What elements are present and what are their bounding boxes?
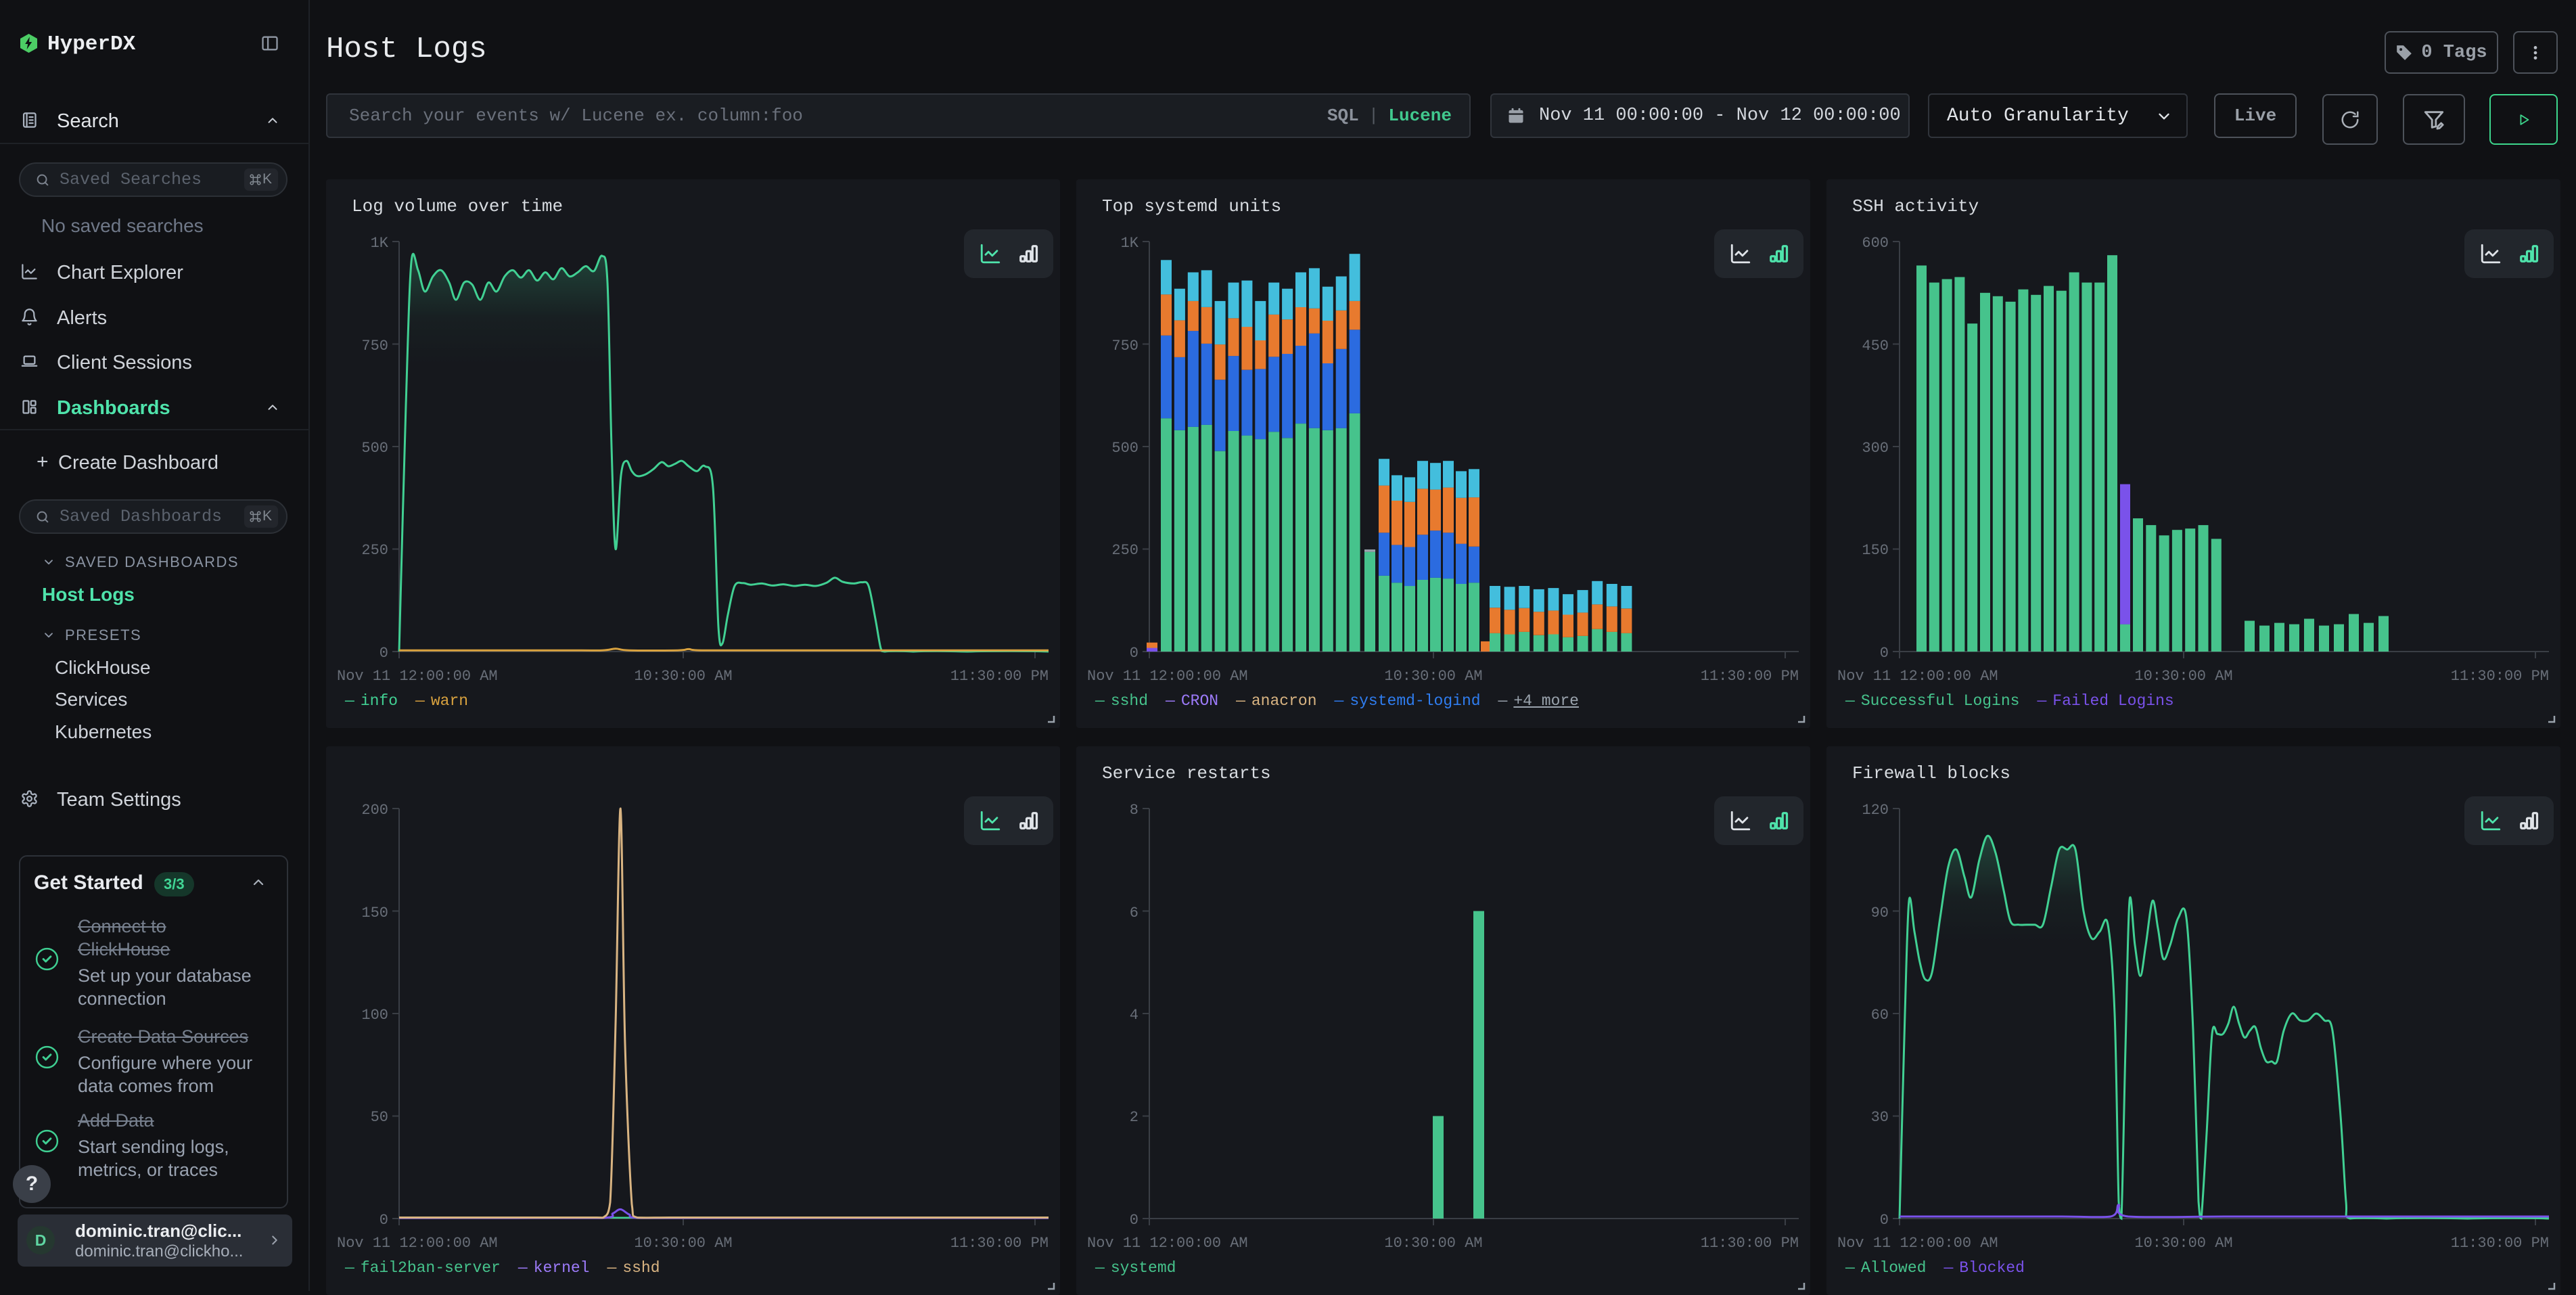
svg-text:50: 50	[371, 1109, 388, 1126]
svg-text:10:30:00 AM: 10:30:00 AM	[634, 1235, 732, 1252]
svg-text:150: 150	[1862, 542, 1889, 559]
svg-text:120: 120	[1862, 802, 1889, 819]
svg-text:11:30:00 PM: 11:30:00 PM	[2451, 1235, 2549, 1252]
svg-text:Nov 11 12:00:00 AM: Nov 11 12:00:00 AM	[337, 668, 498, 685]
svg-text:30: 30	[1871, 1109, 1889, 1126]
svg-text:0: 0	[1880, 1212, 1889, 1229]
svg-text:0: 0	[1130, 645, 1138, 662]
svg-text:250: 250	[361, 542, 388, 559]
svg-text:10:30:00 AM: 10:30:00 AM	[2134, 1235, 2232, 1252]
svg-text:8: 8	[1130, 802, 1138, 819]
svg-text:11:30:00 PM: 11:30:00 PM	[2451, 668, 2549, 685]
svg-text:300: 300	[1862, 440, 1889, 457]
svg-text:150: 150	[361, 905, 388, 922]
svg-text:Nov 11 12:00:00 AM: Nov 11 12:00:00 AM	[1837, 1235, 1998, 1252]
svg-text:11:30:00 PM: 11:30:00 PM	[1701, 668, 1799, 685]
svg-text:1K: 1K	[371, 235, 389, 252]
svg-text:0: 0	[1880, 645, 1889, 662]
svg-text:60: 60	[1871, 1007, 1889, 1024]
svg-text:Nov 11 12:00:00 AM: Nov 11 12:00:00 AM	[1837, 668, 1998, 685]
svg-text:10:30:00 AM: 10:30:00 AM	[2134, 668, 2232, 685]
svg-text:Nov 11 12:00:00 AM: Nov 11 12:00:00 AM	[337, 1235, 498, 1252]
svg-text:10:30:00 AM: 10:30:00 AM	[1384, 1235, 1482, 1252]
svg-text:2: 2	[1130, 1109, 1138, 1126]
svg-text:11:30:00 PM: 11:30:00 PM	[1701, 1235, 1799, 1252]
svg-text:250: 250	[1111, 542, 1138, 559]
svg-text:11:30:00 PM: 11:30:00 PM	[950, 668, 1049, 685]
svg-text:450: 450	[1862, 338, 1889, 355]
svg-text:10:30:00 AM: 10:30:00 AM	[1384, 668, 1482, 685]
svg-text:500: 500	[361, 440, 388, 457]
svg-text:90: 90	[1871, 905, 1889, 922]
svg-text:0: 0	[1130, 1212, 1138, 1229]
svg-text:600: 600	[1862, 235, 1889, 252]
svg-text:750: 750	[361, 338, 388, 355]
svg-text:200: 200	[361, 802, 388, 819]
svg-text:11:30:00 PM: 11:30:00 PM	[950, 1235, 1049, 1252]
svg-text:10:30:00 AM: 10:30:00 AM	[634, 668, 732, 685]
svg-text:500: 500	[1111, 440, 1138, 457]
svg-text:Nov 11 12:00:00 AM: Nov 11 12:00:00 AM	[1087, 1235, 1248, 1252]
svg-text:1K: 1K	[1121, 235, 1139, 252]
svg-text:100: 100	[361, 1007, 388, 1024]
svg-text:0: 0	[380, 1212, 388, 1229]
svg-text:0: 0	[380, 645, 388, 662]
svg-text:6: 6	[1130, 905, 1138, 922]
svg-text:4: 4	[1130, 1007, 1138, 1024]
svg-text:750: 750	[1111, 338, 1138, 355]
svg-text:Nov 11 12:00:00 AM: Nov 11 12:00:00 AM	[1087, 668, 1248, 685]
